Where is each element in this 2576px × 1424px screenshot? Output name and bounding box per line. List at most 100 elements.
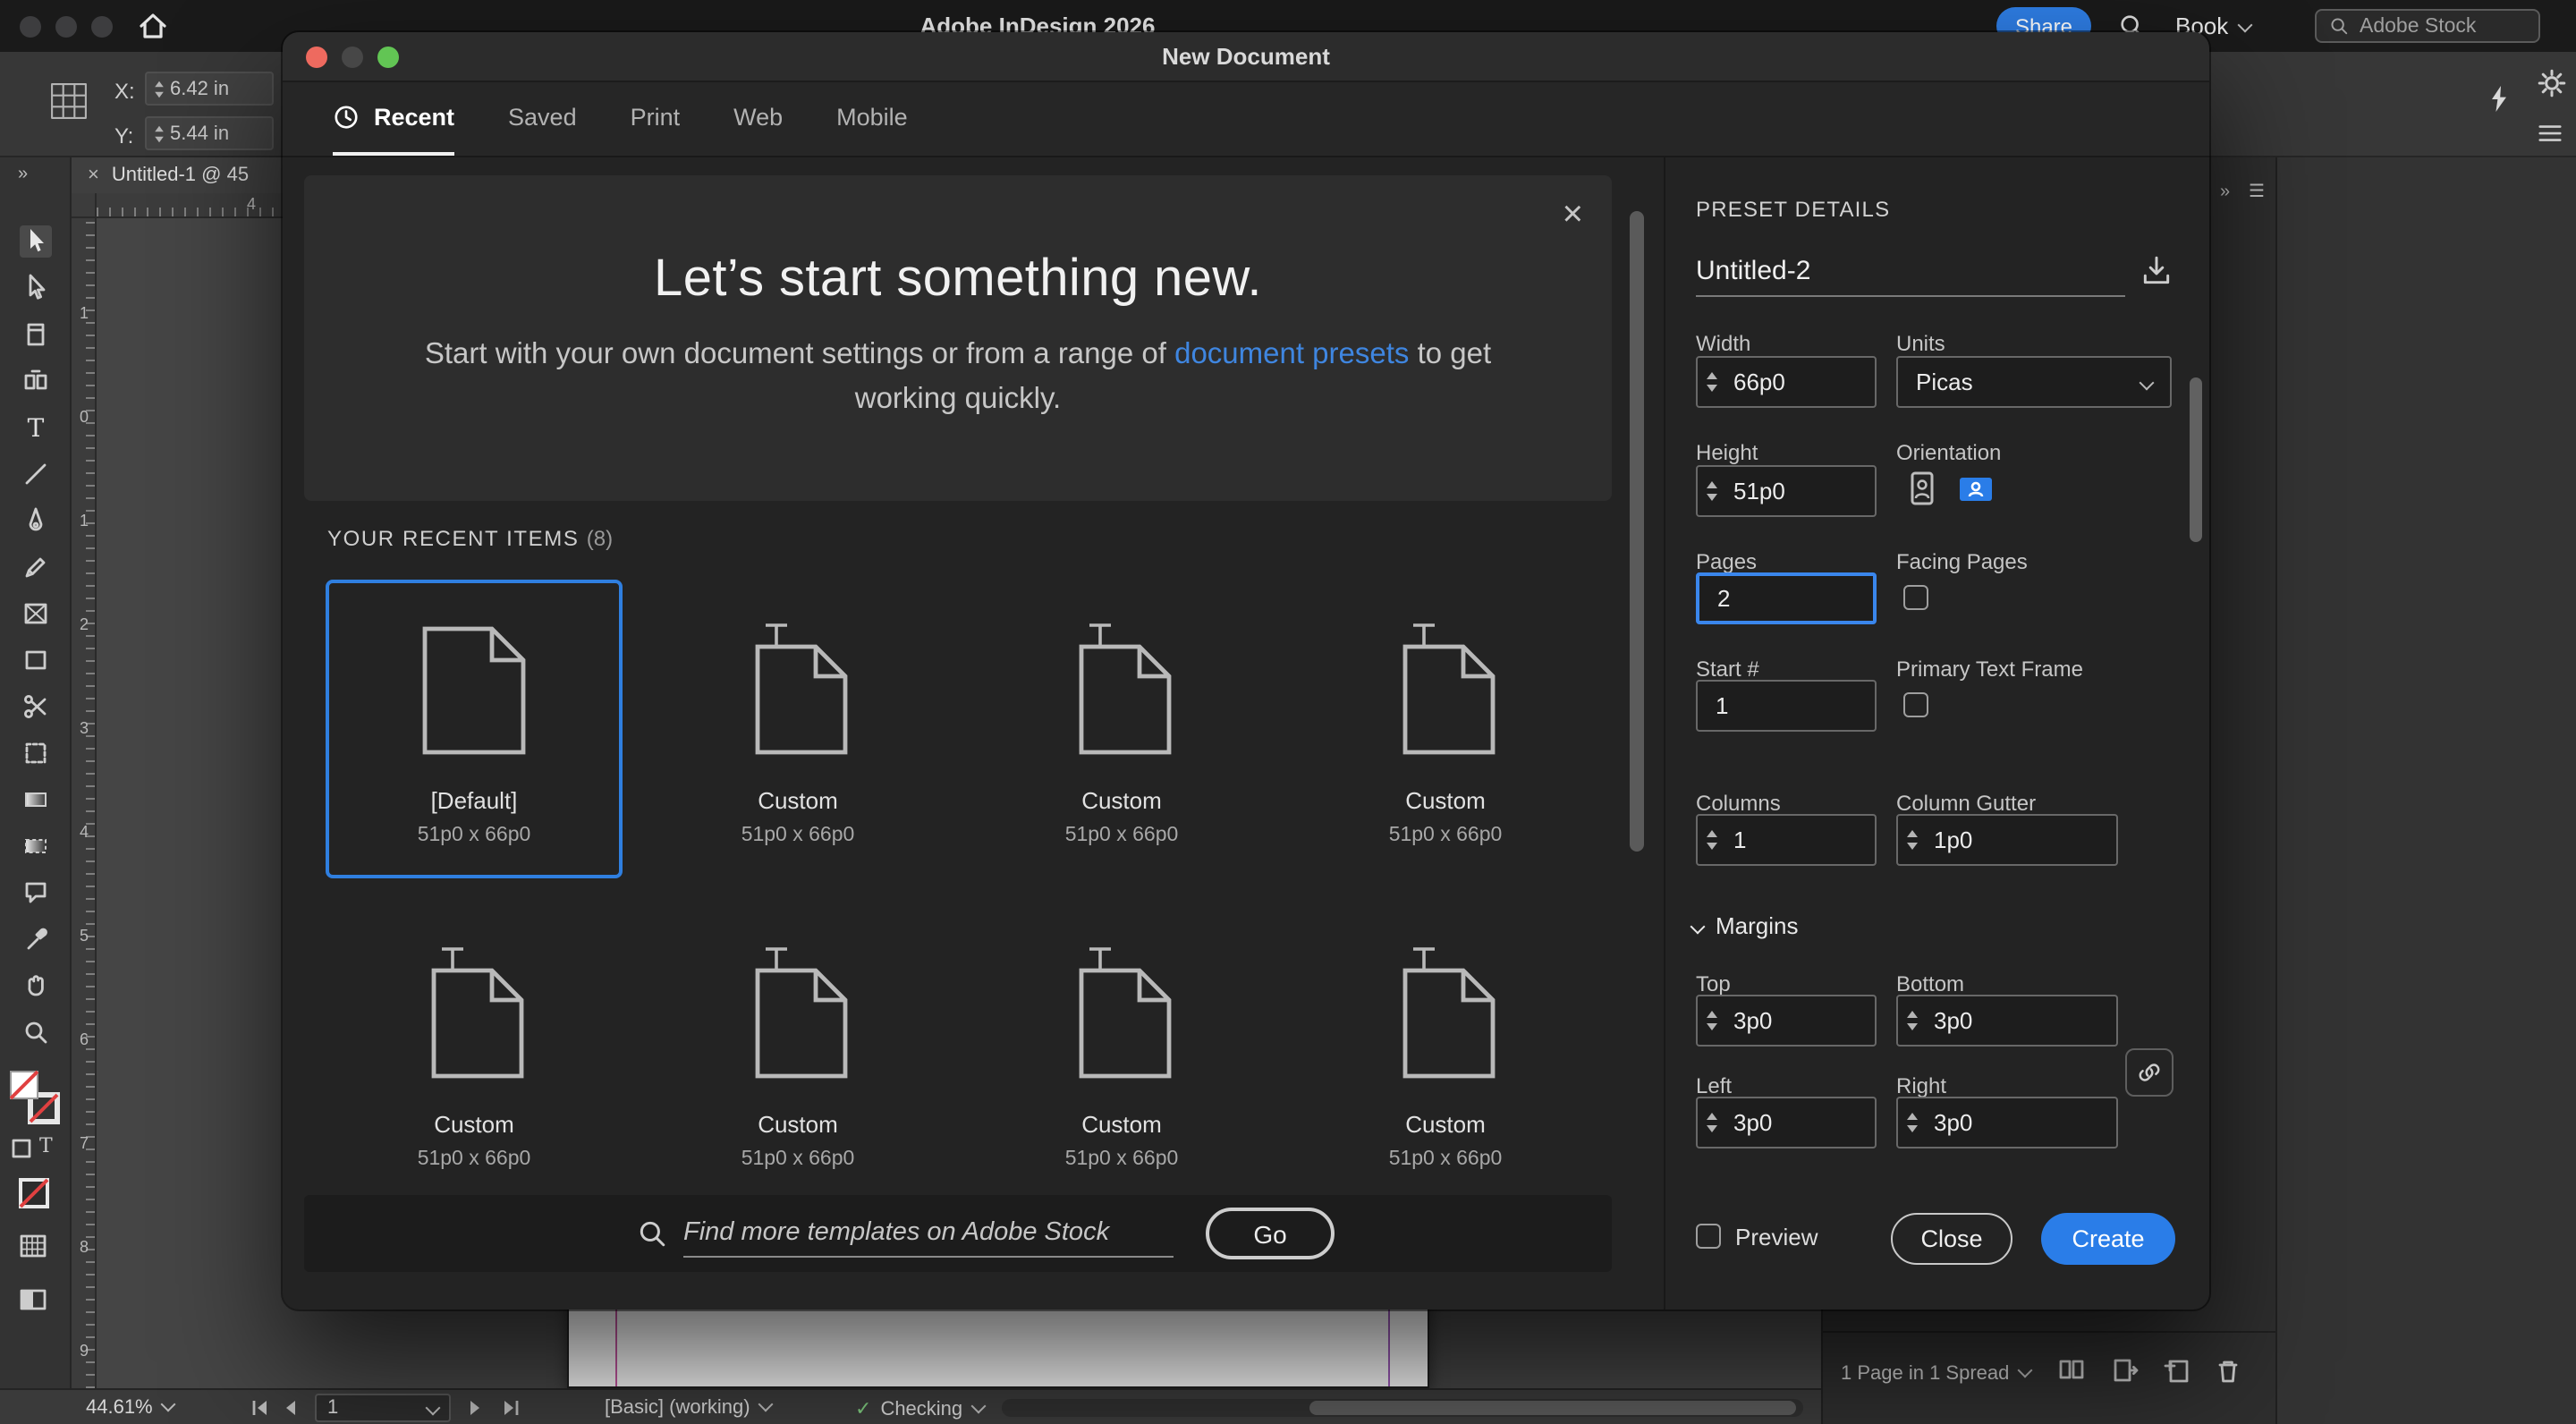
- panel-menu-icon[interactable]: [2537, 120, 2563, 147]
- rectangle-tool[interactable]: [20, 644, 52, 676]
- line-tool[interactable]: [20, 458, 52, 490]
- document-name-input[interactable]: Untitled-2: [1696, 247, 2125, 297]
- height-input[interactable]: 51p0: [1696, 465, 1877, 517]
- portrait-orientation-button[interactable]: [1900, 467, 1945, 512]
- preset-card-custom[interactable]: Custom 51p0 x 66p0: [649, 903, 946, 1202]
- document-tab[interactable]: × Untitled-1 @ 45: [72, 157, 308, 193]
- preset-panel-scrollbar-thumb[interactable]: [2190, 377, 2202, 542]
- page-size-icon[interactable]: [2057, 1356, 2086, 1385]
- close-tab-icon[interactable]: ×: [88, 165, 99, 186]
- free-transform-tool[interactable]: [20, 737, 52, 769]
- page-tool[interactable]: [20, 318, 52, 351]
- columns-input[interactable]: 1: [1696, 814, 1877, 866]
- start-number-input[interactable]: 1: [1696, 680, 1877, 732]
- pages-status[interactable]: 1 Page in 1 Spread: [1841, 1363, 2030, 1385]
- download-preset-icon[interactable]: [2140, 254, 2174, 288]
- margin-top-stepper[interactable]: [1698, 996, 1724, 1045]
- preset-card-custom[interactable]: Custom 51p0 x 66p0: [973, 580, 1270, 878]
- zoom-level-dropdown[interactable]: 44.61%: [86, 1397, 174, 1419]
- delete-page-icon[interactable]: [2213, 1356, 2241, 1385]
- create-button[interactable]: Create: [2041, 1213, 2175, 1265]
- preflight-status-dropdown[interactable]: ✓Checking: [855, 1397, 984, 1420]
- tab-web[interactable]: Web: [733, 82, 783, 156]
- tab-mobile[interactable]: Mobile: [836, 82, 908, 156]
- formatting-affects-container-icon[interactable]: [11, 1138, 32, 1159]
- column-gutter-input[interactable]: 1p0: [1896, 814, 2118, 866]
- landscape-orientation-button[interactable]: [1953, 467, 1998, 512]
- x-stepper[interactable]: [147, 73, 170, 104]
- margin-left-input[interactable]: 3p0: [1696, 1097, 1877, 1149]
- page-number-dropdown[interactable]: 1: [315, 1394, 451, 1422]
- close-window-button[interactable]: [20, 16, 41, 38]
- dialog-scrollbar-thumb[interactable]: [1630, 211, 1644, 852]
- horizontal-scrollbar-thumb[interactable]: [1309, 1401, 1796, 1415]
- home-icon[interactable]: [136, 9, 170, 43]
- formatting-affects-text-icon[interactable]: T: [39, 1134, 53, 1157]
- y-position-input[interactable]: 5.44 in: [145, 116, 274, 150]
- dialog-zoom-button[interactable]: [377, 47, 399, 68]
- pen-tool[interactable]: [20, 504, 52, 537]
- width-stepper[interactable]: [1698, 358, 1724, 406]
- link-margins-button[interactable]: [2125, 1048, 2174, 1097]
- columns-stepper[interactable]: [1698, 816, 1724, 864]
- pencil-tool[interactable]: [20, 551, 52, 583]
- adobe-stock-search-input[interactable]: Adobe Stock: [2315, 9, 2540, 43]
- margin-left-stepper[interactable]: [1698, 1098, 1724, 1147]
- document-presets-link[interactable]: document presets: [1174, 338, 1409, 370]
- preset-card-custom[interactable]: Custom 51p0 x 66p0: [1297, 903, 1594, 1202]
- preset-card-custom[interactable]: Custom 51p0 x 66p0: [1297, 580, 1594, 878]
- margin-bottom-stepper[interactable]: [1898, 996, 1925, 1045]
- pages-count-input[interactable]: 2: [1696, 572, 1877, 624]
- margin-top-input[interactable]: 3p0: [1696, 995, 1877, 1047]
- page-transition-icon[interactable]: [2111, 1356, 2140, 1385]
- height-stepper[interactable]: [1698, 467, 1724, 515]
- direct-selection-tool[interactable]: [20, 272, 52, 304]
- apply-none-button[interactable]: [18, 1177, 50, 1209]
- tab-recent[interactable]: Recent: [333, 82, 454, 156]
- margins-section-header[interactable]: Margins: [1692, 912, 1799, 939]
- x-position-input[interactable]: 6.42 in: [145, 72, 274, 106]
- go-button[interactable]: Go: [1206, 1208, 1335, 1259]
- eyedropper-tool[interactable]: [20, 923, 52, 955]
- ruler-origin-corner[interactable]: [72, 193, 97, 218]
- last-page-icon[interactable]: [501, 1399, 521, 1417]
- facing-pages-checkbox[interactable]: [1903, 585, 1928, 610]
- y-stepper[interactable]: [147, 118, 170, 148]
- dialog-minimize-button[interactable]: [342, 47, 363, 68]
- zoom-window-button[interactable]: [91, 16, 113, 38]
- selection-tool[interactable]: [20, 225, 52, 258]
- tab-saved[interactable]: Saved: [508, 82, 577, 156]
- units-select[interactable]: Picas: [1896, 356, 2172, 408]
- next-page-icon[interactable]: [469, 1399, 483, 1417]
- scissors-tool[interactable]: [20, 691, 52, 723]
- note-tool[interactable]: [20, 877, 52, 909]
- stock-search-input[interactable]: Find more templates on Adobe Stock: [683, 1209, 1174, 1258]
- preset-card-custom[interactable]: Custom 51p0 x 66p0: [326, 903, 623, 1202]
- reference-point-grid-icon[interactable]: [50, 82, 88, 120]
- fill-stroke-swatches[interactable]: [9, 1070, 63, 1127]
- collapse-panel-icon[interactable]: »: [18, 165, 28, 184]
- minimize-window-button[interactable]: [55, 16, 77, 38]
- create-page-icon[interactable]: [2163, 1356, 2191, 1385]
- preset-card-default[interactable]: [Default] 51p0 x 66p0: [326, 580, 623, 878]
- panel-menu-icon[interactable]: ☰: [2249, 182, 2265, 202]
- first-page-icon[interactable]: [250, 1399, 270, 1417]
- gap-tool[interactable]: [20, 365, 52, 397]
- gradient-feather-tool[interactable]: [20, 830, 52, 862]
- lightning-icon[interactable]: [2487, 84, 2512, 114]
- column-gutter-stepper[interactable]: [1898, 816, 1925, 864]
- preview-checkbox[interactable]: [1696, 1224, 1721, 1249]
- horizontal-scrollbar[interactable]: [1002, 1399, 1803, 1417]
- collapse-panel-icon[interactable]: »: [2220, 182, 2230, 202]
- width-input[interactable]: 66p0: [1696, 356, 1877, 408]
- margin-bottom-input[interactable]: 3p0: [1896, 995, 2118, 1047]
- gear-icon[interactable]: [2537, 68, 2567, 98]
- preset-card-custom[interactable]: Custom 51p0 x 66p0: [973, 903, 1270, 1202]
- tab-print[interactable]: Print: [631, 82, 681, 156]
- primary-text-frame-checkbox[interactable]: [1903, 692, 1928, 717]
- rectangle-frame-tool[interactable]: [20, 598, 52, 630]
- previous-page-icon[interactable]: [283, 1399, 297, 1417]
- preflight-profile-dropdown[interactable]: [Basic] (working): [605, 1397, 772, 1419]
- margin-right-stepper[interactable]: [1898, 1098, 1925, 1147]
- screen-mode-icon[interactable]: [18, 1284, 48, 1315]
